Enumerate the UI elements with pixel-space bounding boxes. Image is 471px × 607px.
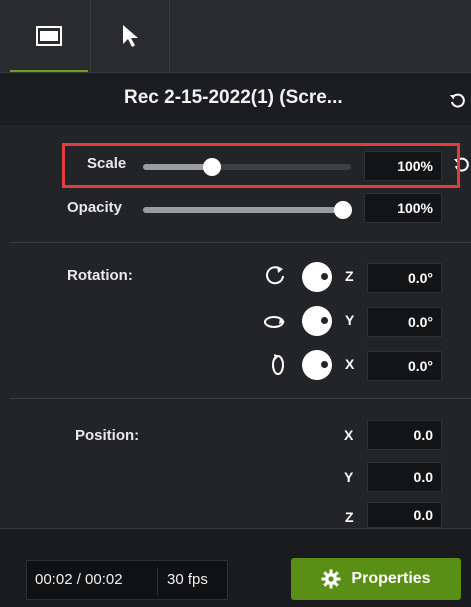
position-z-field[interactable]: 0.0 <box>367 502 442 528</box>
position-label: Position: <box>75 427 140 444</box>
cursor-arrow-icon <box>123 25 138 47</box>
position-x-axis-label: X <box>344 427 354 443</box>
rotation-y-field[interactable]: 0.0° <box>367 307 442 337</box>
properties-button-label: Properties <box>351 570 431 587</box>
opacity-slider-fill <box>143 207 343 213</box>
rotation-z-dial[interactable] <box>302 262 332 292</box>
rotation-label: Rotation: <box>67 267 133 284</box>
position-z-axis-label: Z <box>345 509 354 525</box>
rotate-z-icon <box>266 266 284 285</box>
rotation-x-dial[interactable] <box>302 350 332 380</box>
rotation-x-axis-label: X <box>345 356 355 372</box>
rotate-y-icon <box>264 316 285 328</box>
tab-bar <box>0 0 471 73</box>
frame-rate: 30 fps <box>167 571 208 588</box>
scale-highlight-box <box>62 143 460 188</box>
rotation-z-axis-label: Z <box>345 268 354 284</box>
section-divider <box>10 398 471 399</box>
clip-header: Rec 2-15-2022(1) (Scre... <box>0 73 471 125</box>
properties-button[interactable]: Properties <box>291 558 461 600</box>
opacity-label: Opacity <box>67 199 123 216</box>
time-display: 00:02 / 00:02 30 fps <box>26 560 228 600</box>
time-fps-divider <box>157 567 158 595</box>
gear-icon <box>321 569 341 589</box>
opacity-slider[interactable] <box>143 201 352 219</box>
rotation-x-field[interactable]: 0.0° <box>367 351 442 381</box>
rotation-y-axis-label: Y <box>345 312 355 328</box>
tab-cursor-properties[interactable] <box>90 0 170 72</box>
position-y-axis-label: Y <box>344 469 354 485</box>
film-icon <box>36 26 62 46</box>
playhead-time: 00:02 / 00:02 <box>35 571 123 588</box>
tab-visual-properties[interactable] <box>10 0 88 72</box>
rotate-x-icon <box>272 354 284 375</box>
footer-bar: 00:02 / 00:02 30 fps Properties <box>0 528 471 607</box>
reset-icon[interactable] <box>449 92 467 110</box>
opacity-value-field[interactable]: 100% <box>364 193 442 223</box>
rotation-z-field[interactable]: 0.0° <box>367 263 442 293</box>
opacity-slider-thumb[interactable] <box>334 201 352 219</box>
clip-title: Rec 2-15-2022(1) (Scre... <box>124 87 343 108</box>
position-y-field[interactable]: 0.0 <box>367 462 442 492</box>
position-x-field[interactable]: 0.0 <box>367 420 442 450</box>
section-divider <box>10 242 471 243</box>
rotation-y-dial[interactable] <box>302 306 332 336</box>
